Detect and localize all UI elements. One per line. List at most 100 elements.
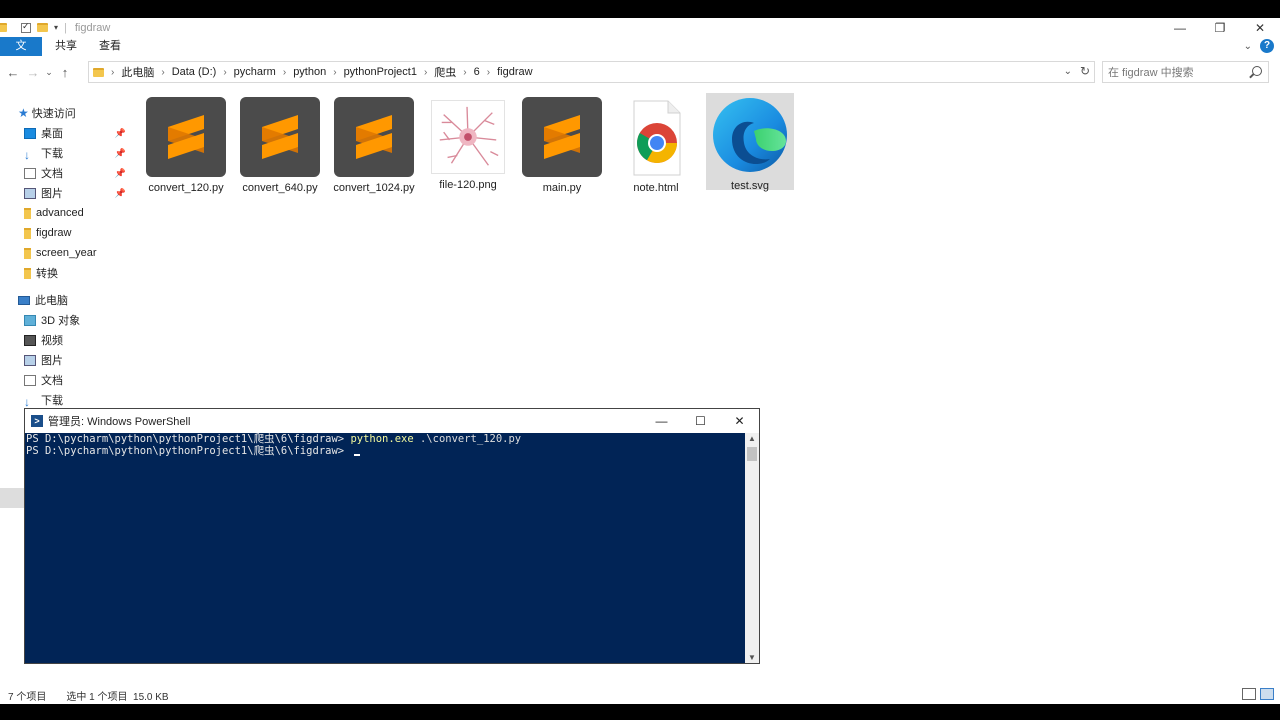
sidebar-item-figdraw[interactable]: figdraw (24, 223, 132, 243)
sidebar-item-videos[interactable]: 视频 (24, 330, 132, 350)
desktop-icon (24, 127, 36, 139)
sidebar-item-label: 下载 (41, 395, 63, 407)
sidebar-item-documents[interactable]: 文档 📌 (24, 163, 132, 183)
tab-share[interactable]: 共享 (44, 37, 88, 56)
ps-close-button[interactable]: ✕ (720, 409, 759, 433)
edge-browser-icon (710, 95, 790, 175)
breadcrumb-separator: › (161, 66, 165, 78)
folder-icon (93, 67, 104, 77)
item-count: 7 个项目 (8, 691, 47, 703)
powershell-console[interactable]: PS D:\pycharm\python\pythonProject1\爬虫\6… (25, 433, 745, 663)
sidebar-item-label: 文档 (41, 168, 63, 180)
nav-this-pc[interactable]: 此电脑 (18, 290, 150, 310)
breadcrumb-separator: › (282, 66, 287, 78)
help-icon[interactable]: ? (1260, 39, 1274, 53)
scroll-down-icon[interactable]: ▼ (745, 653, 759, 662)
sidebar-item-downloads[interactable]: ↓ 下载 📌 (24, 143, 132, 163)
back-button[interactable]: ← (3, 65, 23, 80)
sublime-text-icon (522, 97, 602, 177)
quick-access-dropdown-icon[interactable]: ▾ (54, 23, 58, 32)
sublime-text-icon (334, 97, 414, 177)
ps-minimize-button[interactable]: — (642, 409, 681, 433)
search-icon[interactable] (1252, 66, 1262, 76)
sidebar-item-pc-pictures[interactable]: 图片 (24, 350, 132, 370)
up-button[interactable]: ↑ (55, 65, 75, 80)
download-icon: ↓ (24, 394, 30, 409)
folder-icon (0, 23, 7, 32)
breadcrumb-6[interactable]: 6 (474, 66, 480, 78)
sidebar-item-advanced[interactable]: advanced (24, 203, 132, 223)
tab-file[interactable]: 文件 (0, 37, 42, 71)
breadcrumb-project[interactable]: pythonProject1 (344, 66, 417, 78)
sidebar-item-screen-year[interactable]: screen_year (24, 243, 132, 263)
file-name: convert_120.py (148, 182, 224, 194)
breadcrumb-this-pc[interactable]: 此电脑 (121, 64, 154, 80)
properties-quick-icon[interactable] (21, 21, 31, 33)
picture-icon (24, 187, 36, 199)
sidebar-item-3d-objects[interactable]: 3D 对象 (24, 310, 132, 330)
forward-button[interactable]: → (23, 65, 43, 80)
breadcrumb-python[interactable]: python (293, 66, 326, 78)
ps-maximize-button[interactable]: ☐ (681, 409, 720, 433)
new-folder-quick-icon[interactable] (37, 23, 48, 32)
file-item[interactable]: note.html (612, 95, 700, 195)
sidebar-item-label: 3D 对象 (41, 315, 81, 327)
nav-quick-access-label: 快速访问 (31, 108, 76, 120)
folder-icon (24, 227, 31, 239)
picture-icon (24, 354, 36, 366)
powershell-titlebar[interactable]: > 管理员: Windows PowerShell — ☐ ✕ (25, 409, 759, 433)
sidebar-item-label: 图片 (41, 355, 63, 367)
sidebar-item-label: 桌面 (41, 128, 63, 140)
file-name: main.py (542, 182, 582, 194)
pin-icon: 📌 (114, 127, 126, 138)
scroll-up-icon[interactable]: ▲ (745, 434, 759, 443)
breadcrumb-drive[interactable]: Data (D:) (172, 66, 217, 78)
3d-objects-icon (24, 314, 36, 326)
file-item[interactable]: convert_1024.py (330, 95, 418, 195)
tab-view[interactable]: 查看 (88, 37, 132, 56)
title-separator: | (64, 21, 67, 34)
ps-scrollbar[interactable]: ▲ ▼ (745, 433, 759, 663)
search-input[interactable]: 在 figdraw 中搜索 (1102, 61, 1269, 83)
maximize-button[interactable]: ❐ (1200, 18, 1240, 37)
explorer-titlebar: ▾ | figdraw — ❐ ✕ (0, 18, 1280, 37)
file-item[interactable]: main.py (518, 95, 606, 195)
recent-locations-icon[interactable]: ⌄ (43, 67, 55, 78)
file-item[interactable]: convert_640.py (236, 95, 324, 195)
folder-icon (24, 207, 31, 219)
large-icons-view-icon[interactable] (1260, 688, 1274, 700)
text-cursor (354, 454, 361, 456)
powershell-title: 管理员: Windows PowerShell (48, 416, 191, 428)
sublime-text-icon (240, 97, 320, 177)
selection-info: 选中 1 个项目 15.0 KB (66, 691, 169, 703)
nav-selected-highlight (0, 488, 24, 508)
sidebar-item-convert[interactable]: 转换 (24, 263, 132, 283)
details-view-icon[interactable] (1242, 688, 1256, 700)
scroll-thumb[interactable] (747, 447, 757, 461)
folder-icon (24, 247, 31, 259)
sidebar-item-pc-downloads[interactable]: ↓ 下载 (24, 390, 132, 410)
pin-icon: 📌 (114, 147, 126, 158)
minimize-button[interactable]: — (1160, 18, 1200, 37)
nav-quick-access[interactable]: ★ 快速访问 (18, 103, 150, 123)
breadcrumb-pycharm[interactable]: pycharm (234, 66, 276, 78)
sidebar-item-label: screen_year (36, 247, 97, 259)
chrome-icon (616, 97, 696, 177)
refresh-icon[interactable]: ↻ (1080, 64, 1090, 78)
breadcrumb-separator: › (333, 66, 337, 78)
expand-ribbon-icon[interactable]: ⌄ (1244, 41, 1252, 52)
breadcrumb-spider[interactable]: 爬虫 (434, 64, 456, 80)
address-dropdown-icon[interactable]: ⌄ (1064, 66, 1072, 77)
close-button[interactable]: ✕ (1240, 18, 1280, 37)
sidebar-item-desktop[interactable]: 桌面 📌 (24, 123, 132, 143)
powershell-window[interactable]: > 管理员: Windows PowerShell — ☐ ✕ PS D:\py… (24, 408, 760, 664)
sidebar-item-pc-documents[interactable]: 文档 (24, 370, 132, 390)
breadcrumb-figdraw[interactable]: figdraw (497, 66, 532, 78)
file-name: file-120.png (439, 179, 497, 191)
file-item[interactable]: test.svg (706, 93, 794, 192)
address-bar[interactable]: › 此电脑 › Data (D:) › pycharm › python › p… (88, 61, 1095, 83)
pin-icon: 📌 (114, 187, 126, 198)
file-item[interactable]: file-120.png (424, 95, 512, 192)
sidebar-item-pictures[interactable]: 图片 📌 (24, 183, 132, 203)
file-item[interactable]: convert_120.py (142, 95, 230, 195)
